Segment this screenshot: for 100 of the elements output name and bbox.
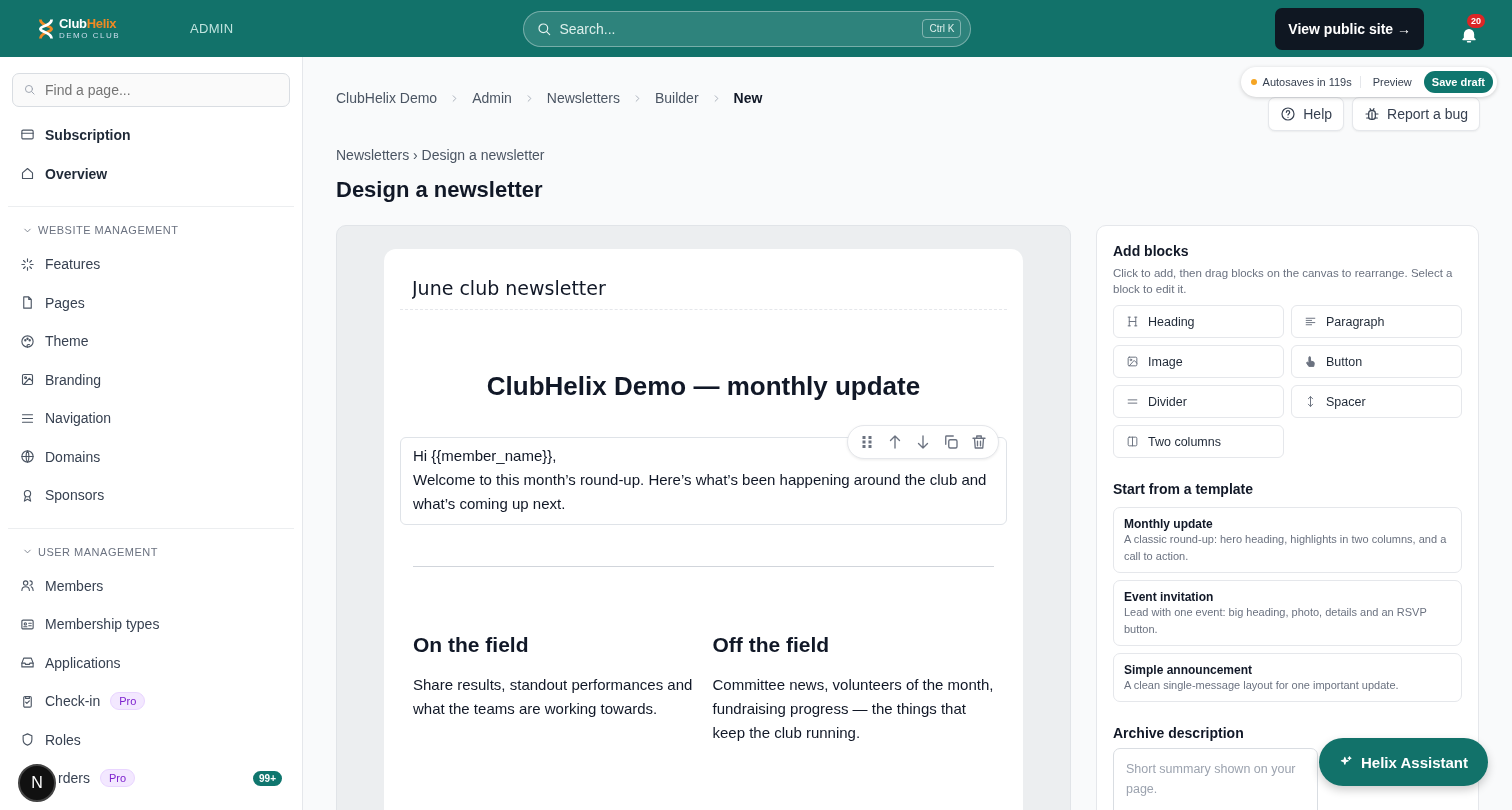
template-name: Monthly update (1124, 517, 1214, 531)
sidebar-item[interactable]: Members (12, 566, 290, 605)
clipboard-icon (20, 693, 35, 709)
save-draft-button[interactable]: Save draft (1423, 71, 1493, 93)
sidebar-item-label: Membership types (45, 616, 160, 633)
add-block-button[interactable]: Two columns (1113, 425, 1284, 458)
palette-icon (20, 333, 35, 349)
count-badge: 99+ (253, 770, 282, 786)
sidebar-item[interactable]: Applications (12, 643, 290, 682)
breadcrumb-link[interactable]: Builder (655, 90, 699, 106)
sidebar-item[interactable]: Navigation (12, 399, 290, 438)
brand-tagline: DEMO CLUB (59, 32, 121, 40)
sidebar-item-label: Check-in (45, 693, 101, 710)
sidebar-item[interactable]: Subscription (12, 115, 290, 154)
template-description: A classic round-up: hero heading, highlights in two columns, and a call to action. (1124, 532, 1448, 564)
section-label: ADMIN (190, 21, 234, 36)
sidebar-item-label: Domains (45, 448, 101, 465)
add-block-button[interactable]: Button (1291, 345, 1462, 378)
sidebar-item[interactable]: Sponsors (12, 476, 290, 515)
view-public-site-button[interactable]: View public site → (1275, 7, 1424, 50)
template-name: Event invitation (1124, 590, 1215, 604)
section-header[interactable]: USER MANAGEMENT (12, 541, 290, 562)
section-header[interactable]: WEBSITE MANAGEMENT (12, 220, 290, 240)
add-block-button[interactable]: Heading (1113, 305, 1284, 338)
sidebar-item-label: Theme (45, 333, 89, 350)
sidebar-item[interactable]: Branding (12, 360, 290, 399)
sidebar-item[interactable]: Features (12, 245, 290, 284)
add-block-button[interactable]: Image (1113, 345, 1284, 378)
card-icon (20, 127, 35, 142)
home-icon (20, 166, 35, 181)
template-description: Lead with one event: big heading, photo, details and an RSVP button. (1124, 605, 1428, 637)
autosave-status: Autosaves in 119s (1262, 76, 1361, 88)
columns-icon (1126, 435, 1139, 448)
column-heading: On the field (413, 633, 530, 657)
notifications-button[interactable]: 20 (1454, 13, 1488, 44)
sidebar-item-label: Subscription (45, 126, 131, 143)
search-icon (536, 20, 553, 37)
sidebar-item-label: rders (58, 770, 90, 787)
help-button[interactable]: Help (1268, 97, 1345, 131)
sidebar-item[interactable]: Domains (12, 437, 290, 476)
report-bug-button[interactable]: Report a bug (1352, 97, 1480, 131)
archive-description-field[interactable]: Short summary shown on your page. (1113, 748, 1318, 810)
page-search-field[interactable]: Find a page... (12, 73, 290, 107)
shortcut-hint: Ctrl K (922, 18, 962, 38)
sidebar-item[interactable]: Membership types (12, 605, 290, 644)
trash-icon (970, 433, 988, 451)
search-icon (23, 83, 36, 96)
notification-count: 20 (1467, 13, 1485, 28)
users-icon (20, 578, 35, 594)
column-heading: Off the field (712, 633, 831, 657)
sidebar-item[interactable]: Check-in Pro (12, 682, 290, 721)
sidebar-item[interactable]: Overview (12, 154, 290, 193)
breadcrumb-link[interactable]: New (733, 90, 763, 106)
add-block-button[interactable]: Divider (1113, 385, 1284, 418)
preview-button[interactable]: Preview (1366, 76, 1418, 88)
sidebar-item-label: Sponsors (45, 487, 105, 504)
logo[interactable]: ClubHelix DEMO CLUB (38, 15, 121, 42)
pro-badge: Pro (110, 692, 146, 711)
sidebar-item[interactable]: rders Pro 99+ (58, 759, 290, 798)
sidebar-item[interactable]: Roles (12, 720, 290, 759)
template-card[interactable]: Event invitation Lead with one event: big heading, photo, details and an RSVP button. (1113, 580, 1462, 646)
h-icon (1126, 315, 1139, 328)
template-card[interactable]: Simple announcement A clean single-message layout for one important update. (1113, 653, 1462, 702)
shield-icon (20, 732, 35, 748)
sidebar-item-label: Roles (45, 731, 81, 748)
paragraph-text: Hi {{member_name}}, (413, 446, 558, 466)
helix-assistant-button[interactable]: Helix Assistant (1319, 738, 1488, 786)
sidebar-item[interactable]: Theme (12, 322, 290, 361)
inbox-icon (20, 655, 35, 671)
section-title: USER MANAGEMENT (38, 545, 158, 558)
add-block-button[interactable]: Spacer (1291, 385, 1462, 418)
sidebar-item[interactable]: Pages (12, 283, 290, 322)
add-block-button[interactable]: Paragraph (1291, 305, 1462, 338)
image-icon (1126, 355, 1139, 368)
sidebar-item-label: Members (45, 577, 104, 594)
para-icon (1304, 315, 1317, 328)
globe-icon (20, 449, 35, 465)
breadcrumb-link[interactable]: Newsletters (546, 90, 620, 106)
sidebar-item-label: Branding (45, 371, 102, 388)
breadcrumb-link[interactable]: Admin (472, 90, 512, 106)
pro-badge: Pro (99, 769, 136, 788)
column-text: Share results, standout performances and what the teams are working towards. (413, 675, 694, 719)
template-card[interactable]: Monthly update A classic round-up: hero heading, highlights in two columns, and a call to action. (1113, 507, 1462, 573)
breadcrumb-link[interactable]: ClubHelix Demo (336, 90, 438, 106)
dev-tools-button[interactable]: N (18, 764, 56, 802)
page-icon (20, 295, 35, 311)
page-title: Design a newsletter (336, 177, 544, 203)
sidebar-item-label: Overview (45, 165, 108, 182)
template-description: A clean single-message layout for one important update. (1124, 678, 1400, 693)
hand-icon (1304, 355, 1317, 368)
newsletter-heading[interactable]: ClubHelix Demo — monthly update (400, 370, 1007, 403)
image-icon (20, 372, 35, 388)
brand-name: ClubHelix (59, 17, 118, 30)
sidebar-item-label: Pages (45, 294, 85, 311)
panel-heading: Add blocks (1113, 243, 1190, 259)
idcard-icon (20, 616, 35, 632)
paragraph-text: Welcome to this month’s round-up. Here’s what’s been happening around the club and what’s coming up next. (413, 470, 988, 514)
panel-heading: Start from a template (1113, 481, 1255, 497)
bug-icon (1364, 106, 1381, 122)
sidebar-item-label: Applications (45, 654, 121, 671)
